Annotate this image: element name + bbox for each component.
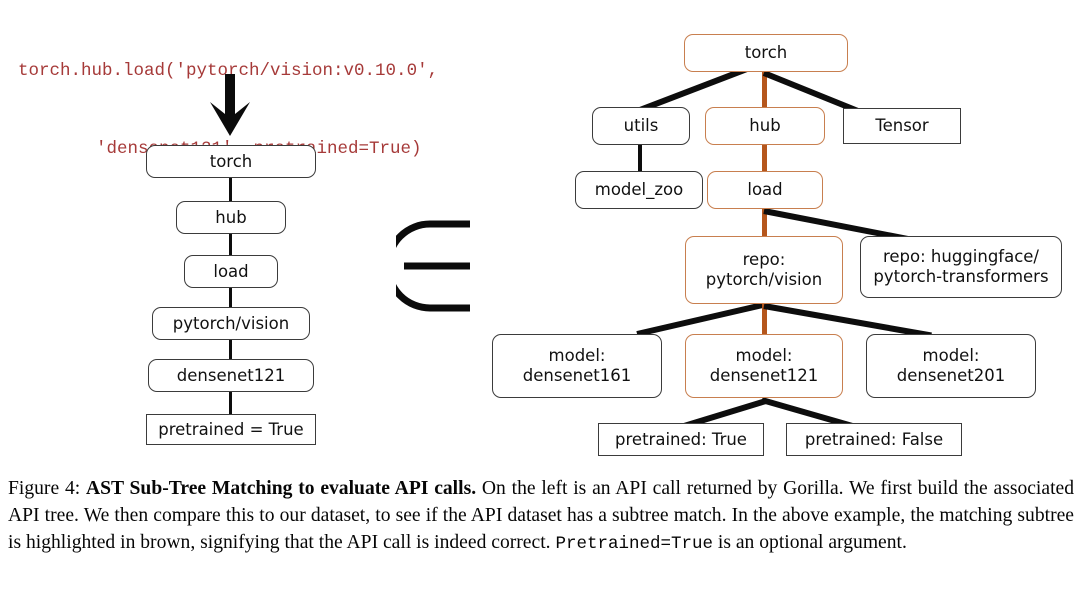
left-node-pretrained[interactable]: pretrained = True xyxy=(146,414,316,445)
caption-mono-term: Pretrained=True xyxy=(555,533,713,554)
right-node-tensor[interactable]: Tensor xyxy=(843,108,961,144)
node-label: pretrained: True xyxy=(615,429,747,449)
node-label: model: densenet161 xyxy=(522,346,632,385)
right-node-model-densenet201[interactable]: model: densenet201 xyxy=(866,334,1036,398)
right-node-model-zoo[interactable]: model_zoo xyxy=(575,171,703,209)
edge-rutils-rmodelzoo xyxy=(638,145,642,172)
left-node-torch[interactable]: torch xyxy=(146,145,316,178)
caption-body-part2: is an optional argument. xyxy=(712,531,907,553)
right-node-torch[interactable]: torch xyxy=(684,34,848,72)
node-label: hub xyxy=(749,116,781,135)
right-node-repo-pytorch-vision[interactable]: repo: pytorch/vision xyxy=(685,236,843,304)
node-label: repo: pytorch/vision xyxy=(705,250,823,289)
edge-ltorch-lhub xyxy=(229,176,232,202)
edge-rrepo-rm161 xyxy=(636,301,765,337)
node-label: pretrained: False xyxy=(804,429,944,449)
caption-bold-title: AST Sub-Tree Matching to evaluate API ca… xyxy=(85,478,477,499)
edge-rrepo-rm201 xyxy=(763,303,932,338)
right-node-load[interactable]: load xyxy=(707,171,823,209)
node-label: load xyxy=(747,180,783,199)
node-label: torch xyxy=(209,151,253,171)
node-label: model: densenet201 xyxy=(896,346,1006,385)
right-node-pretrained-false[interactable]: pretrained: False xyxy=(786,423,962,456)
left-node-model[interactable]: densenet121 xyxy=(148,359,314,392)
node-label: densenet121 xyxy=(176,365,286,385)
right-node-utils[interactable]: utils xyxy=(592,107,690,145)
right-node-model-densenet121[interactable]: model: densenet121 xyxy=(685,334,843,398)
node-label: Tensor xyxy=(875,116,929,135)
right-node-model-densenet161[interactable]: model: densenet161 xyxy=(492,334,662,398)
right-node-hub[interactable]: hub xyxy=(705,107,825,145)
figure-caption: Figure 4: AST Sub-Tree Matching to evalu… xyxy=(8,476,1074,557)
left-node-hub[interactable]: hub xyxy=(176,201,286,234)
node-label: repo: huggingface/ pytorch-transformers xyxy=(873,247,1049,286)
down-arrow-icon xyxy=(210,74,250,136)
node-label: hub xyxy=(215,207,247,227)
figure-ast-subtree-matching: torch.hub.load('pytorch/vision:v0.10.0',… xyxy=(0,0,1080,470)
left-node-repo[interactable]: pytorch/vision xyxy=(152,307,310,340)
node-label: load xyxy=(213,261,249,281)
node-label: utils xyxy=(623,116,659,135)
node-label: torch xyxy=(744,43,788,62)
element-of-symbol xyxy=(396,220,470,312)
edge-lmodel-lpretrained xyxy=(229,390,232,416)
edge-rhub-rload xyxy=(762,145,767,172)
node-label: model_zoo xyxy=(594,180,684,199)
node-label: pytorch/vision xyxy=(172,313,290,333)
node-label: model: densenet121 xyxy=(709,346,819,385)
node-label: pretrained = True xyxy=(158,419,304,439)
caption-figure-number: Figure 4: xyxy=(8,478,81,499)
right-node-repo-huggingface[interactable]: repo: huggingface/ pytorch-transformers xyxy=(860,236,1062,298)
left-node-load[interactable]: load xyxy=(184,255,278,288)
right-node-pretrained-true[interactable]: pretrained: True xyxy=(598,423,764,456)
